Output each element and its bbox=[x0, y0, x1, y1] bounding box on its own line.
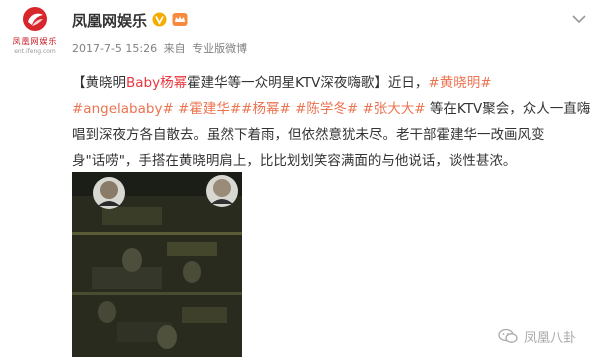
post-title-rest: 霍建华等一众明星KTV深夜嗨歌】 bbox=[187, 75, 388, 91]
post-text: 【黄晓明Baby杨幂霍建华等一众明星KTV深夜嗨歌】近日，#黄晓明# #ange… bbox=[72, 70, 592, 174]
post-date[interactable]: 2017-7-5 15:26 bbox=[72, 42, 157, 55]
post-meta: 2017-7-5 15:26 来自 专业版微博 bbox=[72, 40, 250, 56]
ifeng-logo-icon bbox=[23, 7, 47, 31]
post-line-2-text: 等在KTV聚会，众人一直嗨 bbox=[425, 101, 591, 117]
post-title-open: 【黄晓明 bbox=[72, 75, 126, 91]
chevron-down-icon[interactable] bbox=[572, 14, 586, 24]
post-line-1: 【黄晓明Baby杨幂霍建华等一众明星KTV深夜嗨歌】近日，#黄晓明# bbox=[72, 70, 592, 96]
weibo-post-header: 凤凰网娱乐 ent.ifeng.com 凤凰网娱乐 2017-7-5 15:26… bbox=[0, 0, 600, 64]
avatar-name: 凤凰网娱乐 bbox=[12, 37, 58, 46]
source-prefix: 来自 bbox=[163, 42, 186, 55]
post-line-3: 唱到深夜方各自散去。虽然下着雨，但依然意犹未尽。老干部霍建华一改画风变 bbox=[72, 127, 545, 143]
post-line-4: 身"话唠"，手搭在黄晓明肩上，比比划划笑容满面的与他说话，谈性甚浓。 bbox=[72, 153, 517, 169]
wechat-icon bbox=[498, 328, 518, 343]
topic-links[interactable]: #angelababy# #霍建华##杨幂# #陈学冬# #张大大# bbox=[72, 101, 426, 117]
post-source[interactable]: 专业版微博 bbox=[192, 42, 247, 55]
avatar[interactable]: 凤凰网娱乐 ent.ifeng.com bbox=[10, 6, 60, 58]
verified-v-icon bbox=[152, 12, 167, 27]
post-line-2: #angelababy# #霍建华##杨幂# #陈学冬# #张大大# 等在KTV… bbox=[72, 96, 592, 122]
topic-link[interactable]: #黄晓明# bbox=[428, 75, 491, 91]
avatar-url: ent.ifeng.com bbox=[14, 48, 56, 55]
vip-crown-icon[interactable] bbox=[172, 12, 188, 27]
user-name[interactable]: 凤凰网娱乐 bbox=[72, 10, 147, 31]
watermark-text: 凤凰八卦 bbox=[524, 330, 577, 346]
post-title-highlight: Baby杨幂 bbox=[126, 75, 188, 91]
post-intro: 近日， bbox=[387, 75, 429, 91]
post-photo[interactable] bbox=[72, 172, 242, 357]
ktv-photo-image bbox=[72, 172, 242, 357]
watermark: 凤凰八卦 bbox=[498, 326, 576, 346]
